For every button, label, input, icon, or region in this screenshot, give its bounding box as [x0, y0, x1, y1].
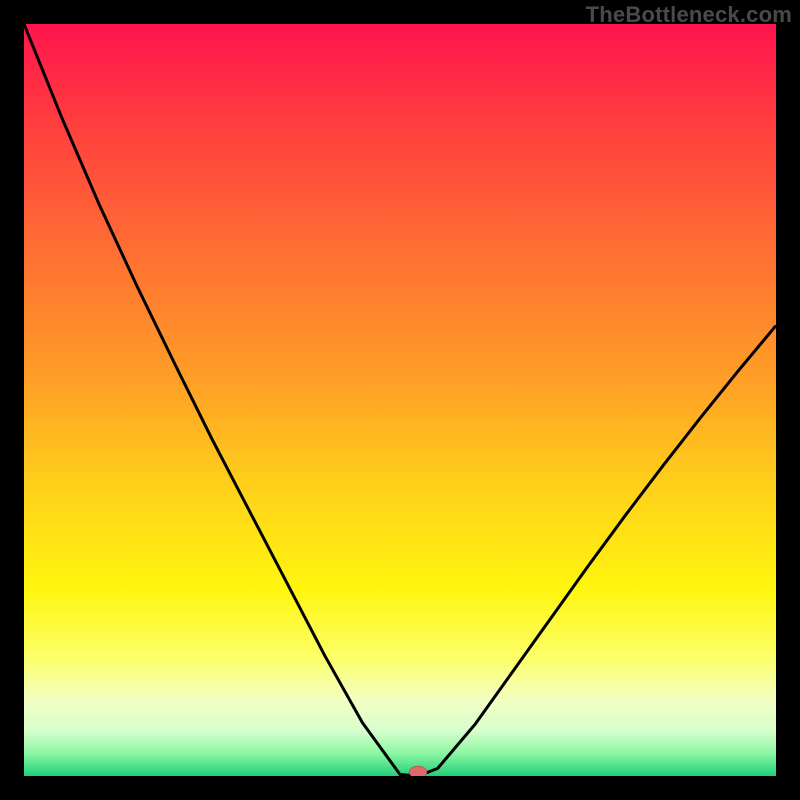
min-marker: [409, 766, 427, 776]
chart-svg: [24, 24, 776, 776]
gradient-background: [24, 24, 776, 776]
chart-frame: TheBottleneck.com: [0, 0, 800, 800]
watermark-text: TheBottleneck.com: [586, 2, 792, 28]
plot-area: [24, 24, 776, 776]
